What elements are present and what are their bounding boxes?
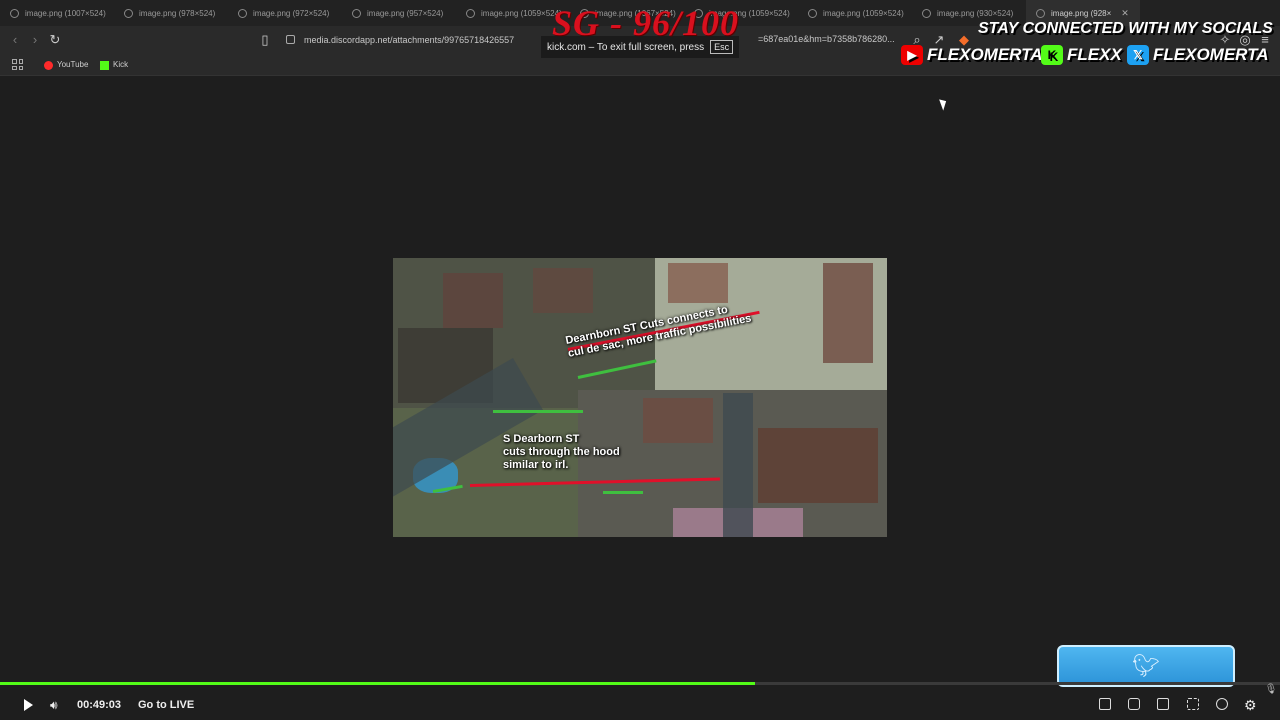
- annotation-line: similar to irl.: [503, 459, 569, 471]
- play-icon[interactable]: [24, 699, 33, 711]
- theater-mode-icon[interactable]: [1157, 698, 1169, 710]
- social-twitter: 𝕏 FLEXOMERTA: [1127, 45, 1269, 65]
- progress-fill: [0, 682, 756, 685]
- speed-icon[interactable]: [1216, 698, 1228, 710]
- tab-image-3[interactable]: image.png (972×524): [228, 0, 342, 26]
- settings-icon[interactable]: ⚙︎: [1244, 695, 1257, 715]
- annotation-bottom: S Dearborn ST cuts through the hood simi…: [503, 433, 620, 472]
- tab-image-1[interactable]: image.png (1007×524): [0, 0, 114, 26]
- social-kick: K FLEXX: [1041, 45, 1122, 65]
- reload-icon[interactable]: ↻: [46, 31, 64, 49]
- globe-icon: [124, 8, 133, 18]
- globe-icon: [466, 8, 475, 18]
- bookmark-label: Kick: [113, 60, 129, 69]
- back-icon[interactable]: ‹: [6, 31, 24, 49]
- globe-icon: [922, 8, 931, 18]
- site-info-icon[interactable]: [286, 35, 295, 44]
- kick-icon: K: [1041, 45, 1063, 65]
- twitter-card: 🐦︎: [1057, 645, 1235, 687]
- miniplayer-icon[interactable]: [1099, 698, 1111, 710]
- tab-image-8[interactable]: image.png (1059×524): [798, 0, 912, 26]
- url-text-tail: =687ea01e&hm=b7358b786280...: [758, 34, 895, 44]
- tab-image-2[interactable]: image.png (978×524): [114, 0, 228, 26]
- fullscreen-icon[interactable]: [1187, 698, 1199, 710]
- kick-icon: [100, 60, 109, 70]
- bookmark-kick[interactable]: Kick: [100, 58, 128, 72]
- bookmark-icon[interactable]: ▯: [256, 31, 274, 49]
- bookmark-label: YouTube: [57, 60, 89, 69]
- tab-title: image.png (1007×524): [25, 8, 106, 18]
- tab-title: image.png (978×524): [139, 8, 216, 18]
- tab-title: image.png (1059×524): [823, 8, 904, 18]
- social-handle: FLEXOMERTA: [927, 45, 1043, 64]
- forward-icon[interactable]: ›: [26, 31, 44, 49]
- go-to-live-button[interactable]: Go to LIVE: [138, 695, 194, 715]
- url-text: media.discordapp.net/attachments/9976571…: [304, 35, 515, 45]
- tab-title: image.png (957×524): [367, 8, 444, 18]
- tab-title: image.png (1059×524): [481, 8, 562, 18]
- close-tab-icon[interactable]: ✕: [1121, 8, 1129, 19]
- volume-icon[interactable]: 🔊︎: [50, 695, 58, 715]
- social-youtube: ▶ FLEXOMERTA: [901, 45, 1043, 65]
- globe-icon: [1036, 8, 1045, 18]
- social-handle: FLEXOMERTA: [1153, 45, 1269, 64]
- player-controls: 🔊︎ 00:49:03 Go to LIVE ⚙︎: [0, 690, 1280, 720]
- annotation-line: cuts through the hood: [503, 446, 620, 458]
- tab-image-4[interactable]: image.png (957×524): [342, 0, 456, 26]
- clip-icon[interactable]: [1128, 698, 1140, 710]
- tab-title: image.png (972×524): [253, 8, 330, 18]
- globe-icon: [352, 8, 361, 18]
- social-heading: STAY CONNECTED WITH MY SOCIALS: [978, 20, 1273, 37]
- twitter-bird-icon: 🐦︎: [1132, 653, 1160, 678]
- tab-title: image.png (928×: [1051, 8, 1112, 18]
- annotation-line: S Dearborn ST: [503, 433, 580, 445]
- apps-icon[interactable]: [12, 59, 23, 70]
- bookmark-youtube[interactable]: YouTube: [44, 58, 88, 72]
- globe-icon: [238, 8, 247, 18]
- score-overlay: SG - 96/100: [552, 3, 740, 43]
- mouse-cursor-icon: [939, 97, 949, 111]
- youtube-icon: [44, 60, 53, 70]
- social-handle: FLEXX: [1067, 45, 1122, 64]
- tab-title: image.png (930×524): [937, 8, 1014, 18]
- youtube-icon: ▶: [901, 45, 923, 65]
- globe-icon: [10, 8, 19, 18]
- stream-time: 00:49:03: [77, 699, 122, 711]
- twitter-icon: 𝕏: [1127, 45, 1149, 65]
- browser-window: image.png (1007×524) image.png (978×524)…: [0, 0, 1280, 720]
- map-image: Dearnborn ST Cuts connects to cul de sac…: [393, 258, 887, 537]
- progress-bar[interactable]: [0, 682, 1280, 685]
- globe-icon: [808, 8, 817, 18]
